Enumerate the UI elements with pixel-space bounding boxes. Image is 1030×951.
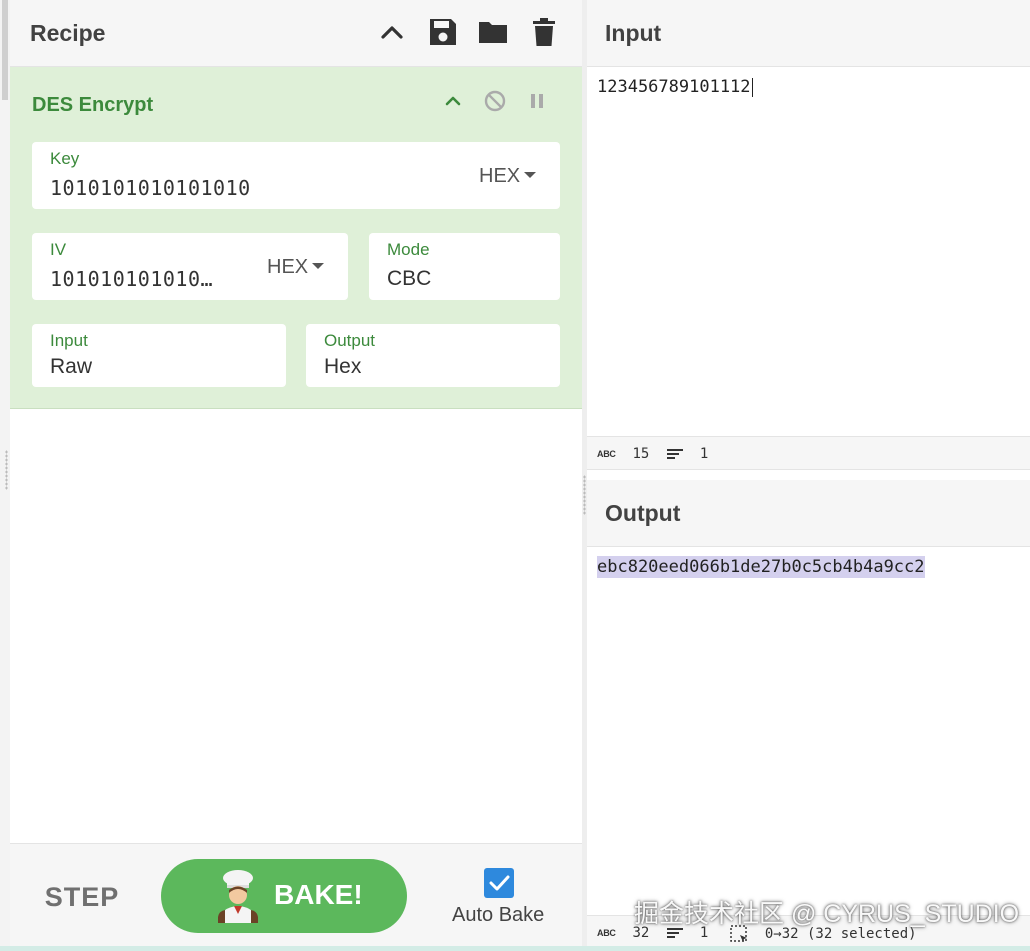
lines-icon: [667, 449, 683, 459]
caret-down-icon: [312, 263, 325, 270]
collapse-chevron-icon[interactable]: [441, 89, 465, 113]
iv-format-dropdown[interactable]: HEX: [267, 256, 325, 279]
bake-label: BAKE!: [274, 879, 363, 910]
folder-icon[interactable]: [477, 16, 509, 48]
resizer-grip-icon: [583, 475, 586, 515]
watermark: 掘金技术社区 @ CYRUS_STUDIO: [634, 900, 1020, 928]
input-text: 123456789101112: [597, 77, 751, 97]
key-input[interactable]: 1010101010101010: [50, 176, 450, 200]
chevron-up-icon[interactable]: [376, 16, 408, 48]
recipe-pane: Recipe DES Encrypt Key 1010101010101010 …: [0, 0, 582, 951]
output-text: ebc820eed066b1de27b0c5cb4b4a9cc2: [597, 556, 925, 578]
output-textarea[interactable]: ebc820eed066b1de27b0c5cb4b4a9cc2: [597, 556, 925, 578]
scrollbar-thumb[interactable]: [2, 0, 8, 100]
operation-title: DES Encrypt: [32, 94, 154, 116]
output-format-value[interactable]: Hex: [324, 355, 361, 379]
bake-button[interactable]: BAKE!: [161, 859, 407, 933]
text-cursor: [751, 77, 753, 97]
key-field[interactable]: Key 1010101010101010 HEX: [32, 142, 560, 209]
input-textarea[interactable]: 123456789101112: [597, 77, 753, 97]
input-format-value[interactable]: Raw: [50, 355, 92, 379]
recipe-resizer-grip-icon[interactable]: [5, 450, 8, 490]
abc-icon: ABC: [597, 449, 616, 459]
bottom-edge: [0, 946, 1030, 951]
key-format-dropdown[interactable]: HEX: [479, 165, 537, 188]
abc-icon: ABC: [597, 928, 616, 938]
mode-label: Mode: [387, 240, 430, 259]
output-header: Output: [587, 480, 1030, 547]
auto-bake-label: Auto Bake: [452, 904, 545, 926]
input-format-field[interactable]: Input Raw: [32, 324, 286, 387]
input-title: Input: [605, 20, 662, 46]
key-format-value: HEX: [479, 165, 521, 187]
chef-icon: [218, 870, 258, 923]
mode-field[interactable]: Mode CBC: [369, 233, 560, 300]
input-status-bar: ABC 15 1: [587, 436, 1030, 470]
mode-value[interactable]: CBC: [387, 267, 431, 291]
des-encrypt-operation[interactable]: DES Encrypt Key 1010101010101010 HEX IV …: [10, 67, 582, 409]
io-pane: Input 123456789101112 ABC 15 1 Output eb…: [587, 0, 1030, 951]
recipe-title: Recipe: [30, 20, 106, 46]
checkmark-icon: [489, 875, 510, 891]
iv-format-value: HEX: [267, 256, 309, 278]
input-lines-stat: 1: [667, 446, 708, 462]
key-label: Key: [50, 149, 80, 168]
step-button[interactable]: STEP: [32, 874, 132, 920]
output-format-label: Output: [324, 331, 376, 350]
auto-bake-checkbox[interactable]: [484, 868, 514, 898]
input-line-count: 1: [699, 446, 709, 462]
input-header: Input: [587, 0, 1030, 67]
save-icon[interactable]: [427, 16, 459, 48]
input-length-stat: ABC 15: [597, 446, 649, 462]
input-char-count: 15: [632, 446, 650, 462]
iv-label: IV: [50, 240, 67, 259]
output-title: Output: [605, 500, 681, 526]
trash-icon[interactable]: [528, 16, 560, 48]
input-format-label: Input: [50, 331, 88, 350]
iv-input[interactable]: 101010101010…: [50, 267, 230, 291]
recipe-header: Recipe: [10, 0, 582, 67]
caret-down-icon: [524, 172, 537, 179]
controls-bar: STEP BAKE! Auto Bake: [10, 843, 582, 951]
disable-icon[interactable]: [483, 89, 507, 113]
iv-field[interactable]: IV 101010101010… HEX: [32, 233, 348, 300]
output-format-field[interactable]: Output Hex: [306, 324, 560, 387]
pause-icon[interactable]: [525, 89, 549, 113]
